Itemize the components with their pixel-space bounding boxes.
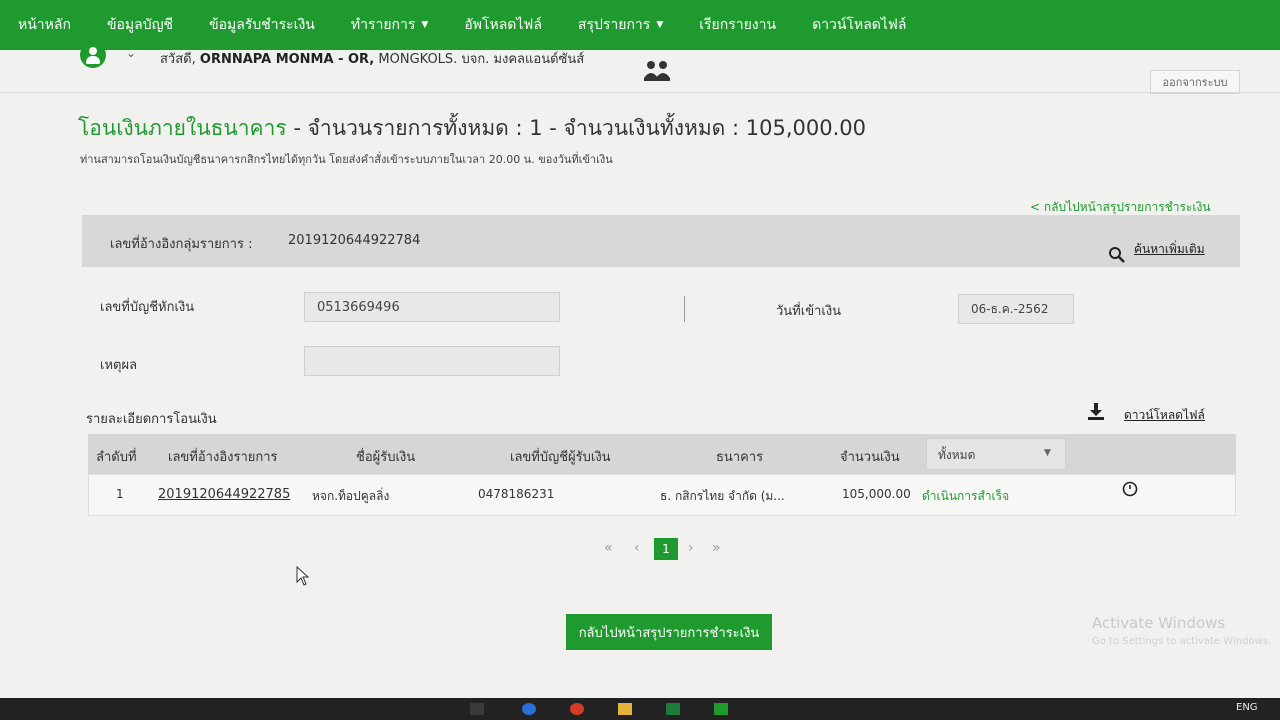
divider — [684, 296, 685, 322]
column-header-bank[interactable]: ธนาคาร — [716, 446, 763, 467]
nav-payment-info[interactable]: ข้อมูลรับชำระเงิน — [191, 14, 333, 36]
column-header-no[interactable]: ลำดับที่ — [96, 446, 137, 467]
nav-download-file[interactable]: ดาวน์โหลดไฟล์ — [794, 14, 924, 36]
pagination-current-page[interactable]: 1 — [654, 538, 678, 560]
page-title: โอนเงินภายในธนาคาร - จำนวนรายการทั้งหมด … — [78, 112, 866, 145]
nav-upload-file-label: อัพโหลดไฟล์ — [464, 17, 542, 33]
cell-ref-link[interactable]: 2019120644922785 — [158, 487, 290, 502]
download-icon[interactable] — [1086, 402, 1106, 422]
back-to-summary-button[interactable]: กลับไปหน้าสรุปรายการชำระเงิน — [566, 614, 772, 650]
nav-upload-file[interactable]: อัพโหลดไฟล์ — [446, 14, 560, 36]
taskbar-excel-icon[interactable] — [666, 703, 680, 715]
nav-account-info[interactable]: ข้อมูลบัญชี — [89, 14, 191, 36]
column-header-payee[interactable]: ชื่อผู้รับเงิน — [356, 446, 415, 467]
nav-transactions[interactable]: ทำรายการ ▼ — [333, 14, 446, 36]
group-reference-label: เลขที่อ้างอิงกลุ่มรายการ : — [110, 237, 253, 252]
nav-summary[interactable]: สรุปรายการ ▼ — [560, 14, 681, 36]
debit-account-field[interactable]: 0513669496 — [304, 292, 560, 322]
mouse-cursor-icon — [296, 566, 310, 586]
page-title-summary: - จำนวนรายการทั้งหมด : 1 - จำนวนเงินทั้ง… — [293, 116, 866, 140]
caret-down-icon: ▼ — [656, 20, 664, 30]
debit-account-label: เลขที่บัญชีหักเงิน — [100, 300, 195, 315]
taskbar-chrome-icon[interactable] — [570, 703, 584, 715]
column-header-amount[interactable]: จำนวนเงิน — [840, 446, 900, 467]
taskbar-folder-icon[interactable] — [618, 703, 632, 715]
cell-no: 1 — [116, 487, 124, 501]
pagination-next[interactable]: › — [688, 540, 694, 556]
nav-reports[interactable]: เรียกรายงาน — [681, 14, 794, 36]
activate-windows-watermark: Activate Windows — [1092, 614, 1226, 632]
users-group-icon[interactable] — [642, 58, 672, 84]
nav-transactions-label: ทำรายการ — [350, 17, 416, 33]
search-icon[interactable] — [1108, 246, 1126, 264]
clock-icon[interactable] — [1122, 481, 1138, 497]
nav-reports-label: เรียกรายงาน — [699, 17, 777, 33]
pagination-last[interactable]: » — [712, 540, 721, 556]
divider — [0, 92, 1280, 93]
taskbar-app-icon[interactable] — [470, 703, 484, 715]
cell-amount: 105,000.00 — [842, 487, 911, 501]
taskbar-browser-icon[interactable] — [522, 703, 536, 715]
os-taskbar — [0, 698, 1280, 720]
nav-payment-info-label: ข้อมูลรับชำระเงิน — [209, 17, 315, 33]
value-date-label: วันที่เข้าเงิน — [776, 304, 842, 319]
user-greeting: สวัสดี, ORNNAPA MONMA - OR, MONGKOLS. บจ… — [160, 48, 584, 69]
taskbar-app-icon[interactable] — [714, 703, 728, 715]
caret-down-icon: ▼ — [421, 20, 429, 30]
company-name: MONGKOLS. บจก. มงคลแอนด์ซันส์ — [378, 52, 585, 67]
top-nav-bar: หน้าหลัก ข้อมูลบัญชี ข้อมูลรับชำระเงิน ท… — [0, 0, 1280, 50]
value-date-field[interactable]: 06-ธ.ค.-2562 — [958, 294, 1074, 324]
cell-bank: ธ. กสิกรไทย จำกัด (ม... — [660, 489, 785, 503]
nav-home[interactable]: หน้าหลัก — [0, 14, 89, 36]
status-filter-value: ทั้งหมด — [938, 448, 976, 462]
nav-download-file-label: ดาวน์โหลดไฟล์ — [812, 17, 907, 33]
greeting-text: สวัสดี, — [160, 52, 196, 67]
page-subtitle: ท่านสามารถโอนเงินบัญชีธนาคารกสิกรไทยได้ท… — [80, 153, 613, 166]
group-reference-value: 2019120644922784 — [288, 233, 421, 248]
download-file-link[interactable]: ดาวน์โหลดไฟล์ — [1124, 406, 1205, 425]
logout-button[interactable]: ออกจากระบบ — [1150, 70, 1240, 94]
language-indicator[interactable]: ENG — [1236, 702, 1258, 713]
reason-label: เหตุผล — [100, 358, 138, 373]
nav-home-label: หน้าหลัก — [18, 17, 71, 33]
column-header-account[interactable]: เลขที่บัญชีผู้รับเงิน — [510, 446, 611, 467]
nav-summary-label: สรุปรายการ — [577, 17, 651, 33]
pagination-first[interactable]: « — [604, 540, 613, 556]
page-title-main: โอนเงินภายในธนาคาร — [78, 116, 287, 140]
group-reference-bar — [82, 215, 1240, 267]
caret-down-icon: ▼ — [1044, 448, 1051, 458]
cell-payee: หจก.ท็อปคูลลิ่ง — [312, 489, 390, 503]
cell-status: ดำเนินการสำเร็จ — [922, 489, 1010, 503]
search-more-link[interactable]: ค้นหาเพิ่มเติม — [1134, 240, 1205, 259]
activate-windows-subtext: Go to Settings to activate Windows. — [1092, 636, 1272, 647]
logout-label: ออกจากระบบ — [1162, 76, 1228, 89]
nav-account-info-label: ข้อมูลบัญชี — [106, 17, 174, 33]
user-name: ORNNAPA MONMA - OR, — [199, 52, 375, 67]
pagination-prev[interactable]: ‹ — [634, 540, 640, 556]
transfer-details-label: รายละเอียดการโอนเงิน — [86, 412, 217, 427]
reason-field[interactable] — [304, 346, 560, 376]
column-header-ref[interactable]: เลขที่อ้างอิงรายการ — [168, 446, 278, 467]
chevron-down-icon[interactable]: ⌄ — [126, 46, 136, 60]
cell-account: 0478186231 — [478, 487, 555, 501]
user-avatar-icon[interactable] — [80, 42, 106, 68]
